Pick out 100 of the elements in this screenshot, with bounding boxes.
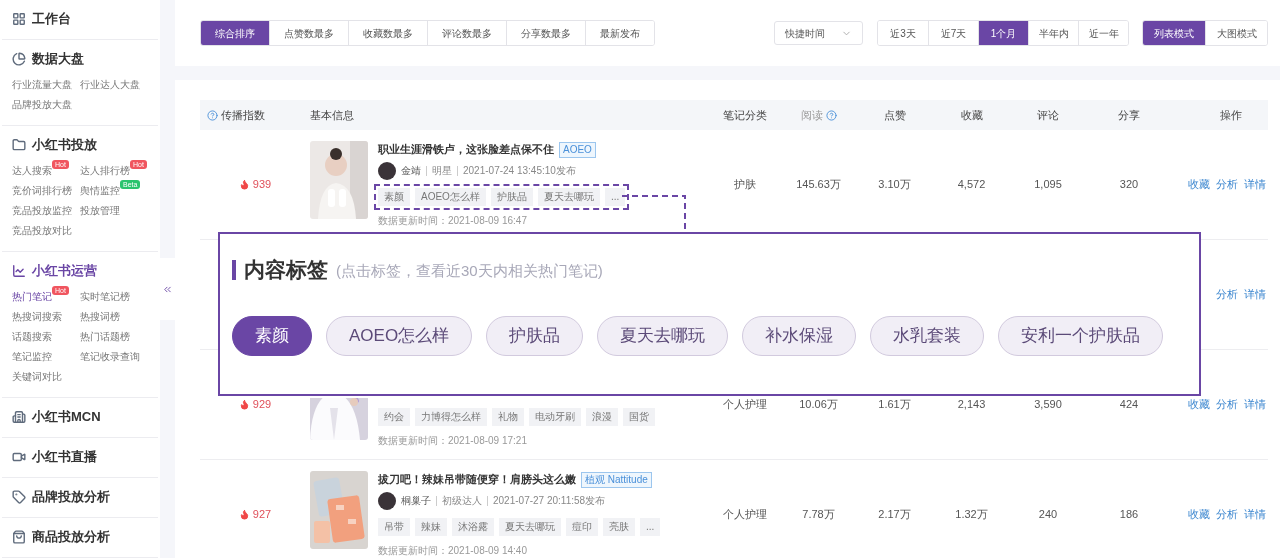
avatar	[378, 491, 396, 510]
sidebar-item[interactable]: 行业达人大盘	[80, 79, 140, 91]
filter-tab[interactable]: 最新发布	[585, 21, 654, 45]
tag-chip[interactable]: 补水保湿	[742, 315, 857, 356]
category-cell: 个人护理	[723, 398, 767, 411]
sidebar-section-title[interactable]: 品牌投放分析	[32, 487, 110, 507]
help-icon[interactable]	[825, 109, 837, 121]
sidebar-section-title[interactable]: 小红书MCN	[32, 407, 101, 427]
note-tag[interactable]: 吊带	[378, 517, 410, 536]
sidebar-item[interactable]: 话题搜索	[12, 331, 52, 343]
filter-tab[interactable]: 列表模式	[1143, 21, 1205, 45]
video-camera-icon	[12, 450, 26, 464]
filter-tab[interactable]: 大图模式	[1205, 21, 1267, 45]
tag-chip[interactable]: 素颜	[232, 315, 312, 356]
sidebar-item[interactable]: 笔记监控	[12, 351, 52, 363]
note-tag[interactable]: 护肤品	[490, 187, 533, 206]
stat-cell: 3.10万	[878, 178, 911, 191]
column-header: 笔记分类	[723, 107, 767, 123]
filter-tab[interactable]: 综合排序	[201, 21, 269, 45]
note-tag[interactable]: 礼物	[492, 407, 524, 426]
sidebar-section-title[interactable]: 小红书运营	[32, 261, 97, 281]
tag-chip[interactable]: AOEO怎么样	[326, 315, 473, 356]
action-link[interactable]: 分析	[1216, 396, 1238, 413]
sidebar-item[interactable]: 笔记收录查询	[80, 351, 140, 363]
author-name[interactable]: 金靖	[401, 163, 421, 179]
popup-title: 内容标签	[244, 257, 328, 283]
action-link[interactable]: 详情	[1244, 176, 1266, 193]
tag-icon	[12, 490, 26, 504]
stat-cell: 10.06万	[799, 398, 838, 411]
note-tag[interactable]: 辣妹	[415, 517, 447, 536]
note-tag[interactable]: 素颜	[378, 187, 410, 206]
note-tag[interactable]: 亮肤	[603, 517, 635, 536]
sidebar-section-title[interactable]: 数据大盘	[32, 49, 84, 69]
action-link[interactable]: 分析	[1216, 176, 1238, 193]
note-tag[interactable]: ...	[640, 517, 661, 536]
action-link[interactable]: 分析	[1216, 506, 1238, 523]
sidebar-item[interactable]: 品牌投放大盘	[12, 99, 72, 111]
flame-icon	[238, 179, 250, 190]
sidebar-item[interactable]: 投放管理	[80, 205, 120, 217]
sidebar-item[interactable]: 竞品投放对比	[12, 225, 72, 237]
note-tag[interactable]: ...	[604, 187, 626, 206]
stat-cell: 4,572	[957, 178, 986, 191]
sidebar-item[interactable]: 舆情监控	[80, 185, 120, 197]
column-header: 基本信息	[310, 107, 354, 123]
time-select[interactable]: 快捷时间	[774, 21, 863, 45]
folder-icon	[12, 138, 26, 152]
sidebar-item[interactable]: 关键词对比	[12, 371, 62, 383]
stat-cell: 2.17万	[878, 508, 911, 521]
note-tag[interactable]: 夏天去哪玩	[499, 517, 561, 536]
author-role: 明星	[432, 164, 452, 179]
stat-cell: 2,143	[957, 398, 986, 411]
tag-chip[interactable]: 水乳套装	[870, 315, 985, 356]
author-name[interactable]: 桐巢子	[401, 493, 431, 509]
note-tag[interactable]: 夏天去哪玩	[537, 187, 600, 206]
filter-tab[interactable]: 1个月	[978, 21, 1028, 45]
note-tag[interactable]: 浪漫	[586, 407, 618, 426]
sidebar-section-title[interactable]: 小红书投放	[32, 135, 97, 155]
sidebar-item[interactable]: 行业流量大盘	[12, 79, 72, 91]
grid-icon	[12, 12, 26, 26]
sidebar-item[interactable]: 热搜词榜	[80, 311, 120, 323]
action-link[interactable]: 收藏	[1188, 396, 1210, 413]
stat-cell: 186	[1119, 508, 1139, 521]
sidebar-section-title[interactable]: 小红书直播	[32, 447, 97, 467]
action-link[interactable]: 收藏	[1188, 176, 1210, 193]
help-icon[interactable]	[207, 109, 218, 121]
sidebar-item[interactable]: 实时笔记榜	[80, 291, 130, 303]
sidebar-item[interactable]: 热门话题榜	[80, 331, 130, 343]
sidebar-item[interactable]: 达人排行榜	[80, 165, 130, 177]
note-tag[interactable]: AOEO怎么样	[415, 187, 486, 206]
sidebar-item[interactable]: 热门笔记	[12, 291, 52, 303]
stat-cell: 1.61万	[878, 398, 911, 411]
action-link[interactable]: 详情	[1244, 506, 1266, 523]
action-link[interactable]: 详情	[1244, 286, 1266, 303]
note-title[interactable]: 拔刀吧！辣妹吊带随便穿！肩膀头这么嫩	[378, 471, 576, 488]
filter-tab[interactable]: 近一年	[1078, 21, 1128, 45]
tag-chip[interactable]: 护肤品	[486, 315, 584, 356]
action-link[interactable]: 分析	[1216, 286, 1238, 303]
note-tag[interactable]: 痘印	[566, 517, 598, 536]
note-tag[interactable]: 电动牙刷	[529, 407, 581, 426]
note-tag[interactable]: 力博得怎么样	[415, 407, 487, 426]
note-title[interactable]: 职业生涯滑铁卢，这张脸差点保不住	[378, 141, 554, 158]
sidebar-item[interactable]: 热搜词搜索	[12, 311, 62, 323]
line-chart-icon	[12, 264, 26, 278]
sidebar-item[interactable]: 竞价词排行榜	[12, 185, 72, 197]
note-tag[interactable]: 沐浴露	[452, 517, 494, 536]
publish-time: 2021-07-27 20:11:58发布	[493, 494, 606, 509]
sidebar-item[interactable]: 竞品投放监控	[12, 205, 72, 217]
author-role: 初级达人	[442, 494, 482, 509]
tag-chip[interactable]: 安利一个护肤品	[998, 315, 1164, 356]
flame-icon	[238, 509, 250, 520]
note-tag[interactable]: 约会	[378, 407, 410, 426]
action-link[interactable]: 收藏	[1188, 506, 1210, 523]
sidebar-section-title[interactable]: 工作台	[32, 9, 71, 29]
sidebar-section-title[interactable]: 商品投放分析	[32, 527, 110, 547]
stat-cell: 1,095	[1034, 178, 1062, 191]
title-accent-bar	[232, 259, 236, 280]
sidebar-item[interactable]: 达人搜索	[12, 165, 52, 177]
note-tag[interactable]: 国货	[623, 407, 655, 426]
action-link[interactable]: 详情	[1244, 396, 1266, 413]
tag-chip[interactable]: 夏天去哪玩	[597, 315, 729, 356]
